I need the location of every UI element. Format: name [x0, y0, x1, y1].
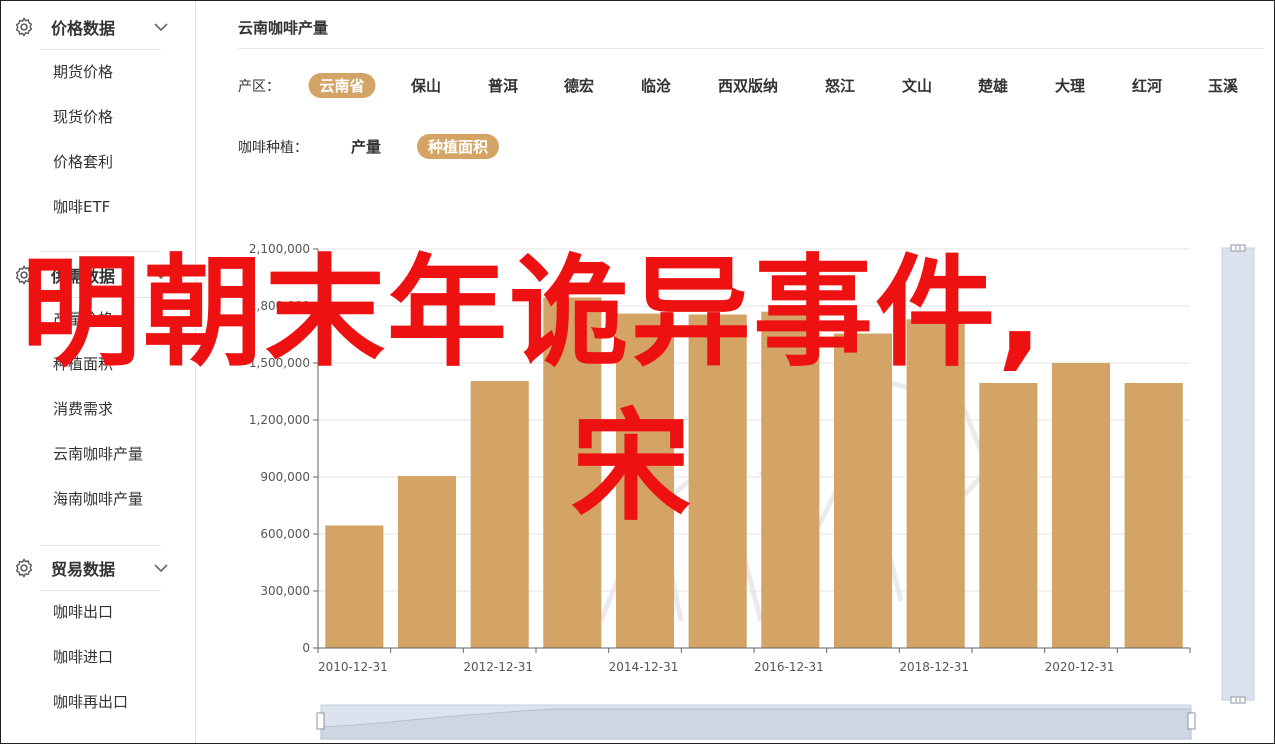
chart-bar[interactable] [615, 313, 675, 648]
y-tick-label: 900,000 [260, 470, 310, 484]
chart-bar[interactable] [1051, 363, 1111, 648]
y-tick-label: 2,100,000 [249, 242, 310, 256]
slider-handle-right[interactable] [1187, 712, 1196, 730]
x-tick-label: 2016-12-31 [754, 660, 824, 674]
x-tick-label: 2012-12-31 [463, 660, 533, 674]
x-tick-label: 2018-12-31 [899, 660, 969, 674]
chart-bar[interactable] [833, 333, 893, 648]
x-tick-label: 2014-12-31 [609, 660, 679, 674]
app-frame: 价格数据 期货价格 现货价格 价格套利 咖啡ETF 供需数据 产量价格 种植面积… [0, 0, 1275, 744]
slider-handle-left[interactable] [316, 712, 325, 730]
x-tick-label: 2020-12-31 [1045, 660, 1115, 674]
chart-bar[interactable] [325, 525, 384, 648]
y-tick-label: 1,800,000 [249, 299, 310, 313]
chart-bar[interactable] [397, 476, 457, 648]
chart-bar[interactable] [688, 314, 747, 648]
vertical-zoom-slider[interactable] [1221, 244, 1255, 704]
horizontal-zoom-slider[interactable] [316, 704, 1196, 740]
chart-bar[interactable] [979, 382, 1038, 648]
y-tick-label: 1,200,000 [249, 413, 310, 427]
y-axis: 0 300,000 600,000 900,000 1,200,000 1,500,000… [249, 242, 319, 655]
bar-chart: 0 300,000 600,000 900,000 1,200,000 1,500,000… [249, 242, 1255, 740]
slider-handle-top[interactable] [1230, 244, 1246, 252]
chart-bar[interactable] [543, 297, 602, 648]
y-tick-label: 0 [302, 641, 310, 655]
chart-bar[interactable] [761, 311, 820, 648]
chart-bar[interactable] [1124, 382, 1183, 648]
y-tick-label: 300,000 [260, 584, 310, 598]
x-tick-label: 2010-12-31 [318, 660, 388, 674]
y-tick-label: 600,000 [260, 527, 310, 541]
chart-bar[interactable] [470, 381, 529, 648]
y-tick-label: 1,500,000 [249, 356, 310, 370]
x-axis: 2010-12-31 2012-12-31 2014-12-31 2016-12-31… [317, 647, 1191, 674]
slider-handle-bottom[interactable] [1230, 696, 1246, 704]
chart-bar[interactable] [906, 319, 965, 648]
